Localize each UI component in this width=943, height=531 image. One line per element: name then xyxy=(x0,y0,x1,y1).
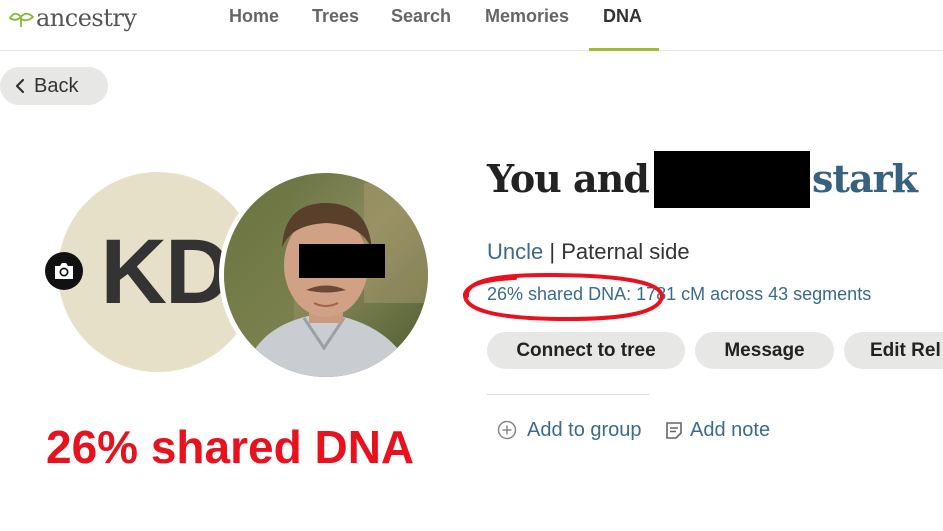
note-icon xyxy=(666,422,682,439)
redaction-bar-name xyxy=(654,151,810,208)
nav-dna-label: DNA xyxy=(603,6,642,26)
redaction-bar-eyes xyxy=(299,244,385,278)
match-photo-image xyxy=(224,173,428,377)
user-initials: KD xyxy=(100,220,232,323)
plus-circle-icon xyxy=(497,420,517,440)
relationship-side: Paternal side xyxy=(561,239,690,264)
camera-icon xyxy=(55,263,73,279)
leaf-logo-icon xyxy=(8,12,34,27)
nav-memories[interactable]: Memories xyxy=(485,6,569,50)
connect-to-tree-button[interactable]: Connect to tree xyxy=(487,332,685,369)
add-to-group-label: Add to group xyxy=(527,418,642,441)
nav-search[interactable]: Search xyxy=(391,6,451,50)
section-divider xyxy=(487,394,649,395)
add-note-button[interactable]: Add note xyxy=(664,418,770,442)
match-surname-link[interactable]: stark xyxy=(812,156,918,201)
add-note-label: Add note xyxy=(690,418,771,441)
message-button[interactable]: Message xyxy=(695,332,834,369)
shared-dna-details: 1781 cM across 43 segments xyxy=(631,284,872,304)
nav-home[interactable]: Home xyxy=(229,6,279,50)
shared-dna-annotation: 26% shared DNA xyxy=(46,421,415,473)
relationship-separator: | xyxy=(543,239,562,264)
logo-text: ancestry xyxy=(36,4,137,32)
relationship-line: Uncle | Paternal side xyxy=(487,239,690,265)
add-to-group-button[interactable]: Add to group xyxy=(497,418,642,442)
page-title: You and xyxy=(487,156,650,201)
back-button[interactable]: Back xyxy=(0,67,108,105)
relationship-link[interactable]: Uncle xyxy=(487,239,543,264)
ancestry-logo[interactable]: ancestry xyxy=(8,4,137,32)
edit-relationship-button[interactable]: Edit Rel xyxy=(844,332,943,369)
shared-dna-link[interactable]: 26% shared DNA: 1781 cM across 43 segmen… xyxy=(487,284,871,305)
camera-button[interactable] xyxy=(45,252,83,290)
back-label: Back xyxy=(34,74,79,97)
nav-trees[interactable]: Trees xyxy=(312,6,359,50)
match-photo[interactable] xyxy=(219,168,433,382)
top-navigation: ancestry Home Trees Search Memories DNA xyxy=(0,0,943,51)
chevron-left-icon xyxy=(15,78,25,94)
shared-dna-percent: 26% shared DNA: xyxy=(487,284,632,304)
nav-dna[interactable]: DNA xyxy=(589,6,659,51)
active-tab-indicator xyxy=(589,48,659,51)
